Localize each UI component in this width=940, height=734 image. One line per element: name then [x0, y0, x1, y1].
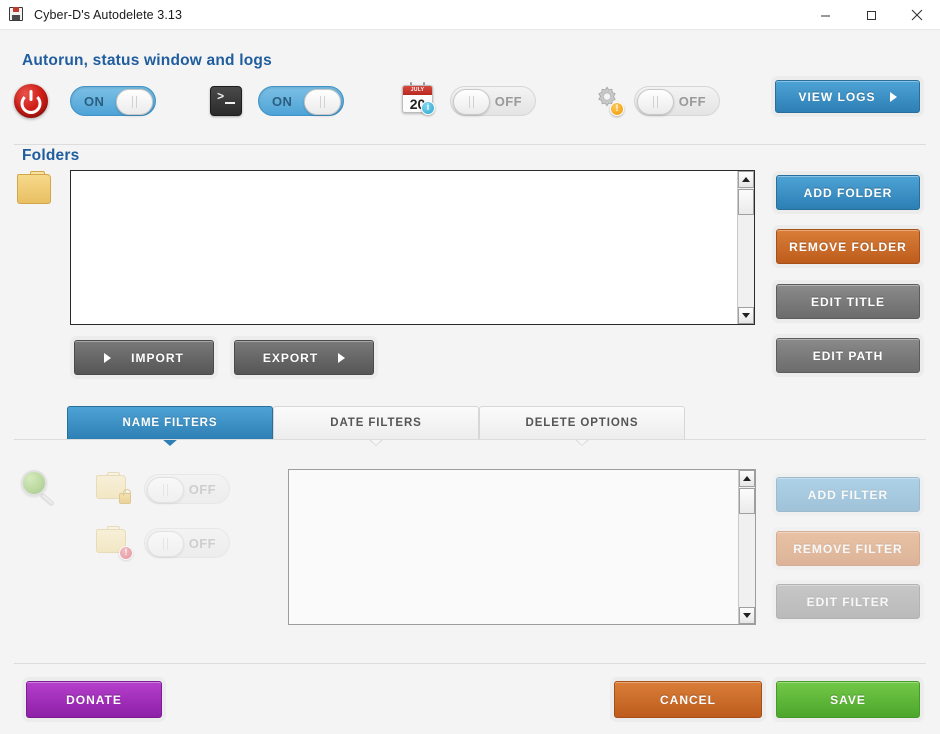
- edit-title-button[interactable]: EDIT TITLE: [776, 284, 920, 319]
- export-button[interactable]: EXPORT: [234, 340, 374, 375]
- filter-tabs: NAME FILTERS DATE FILTERS DELETE OPTIONS: [67, 406, 685, 446]
- edit-filter-button[interactable]: EDIT FILTER: [776, 584, 920, 619]
- view-logs-label: VIEW LOGS: [798, 89, 876, 104]
- donate-button[interactable]: DONATE: [26, 681, 162, 718]
- schedule-toggle-label: OFF: [494, 93, 522, 109]
- scroll-up-icon[interactable]: [739, 470, 755, 487]
- power-icon: [14, 84, 48, 118]
- magnifier-icon: [17, 468, 57, 508]
- window-controls: [802, 0, 940, 30]
- cancel-label: CANCEL: [660, 692, 716, 707]
- autorun-toggle[interactable]: ON: [70, 86, 156, 116]
- toggle-knob: [304, 89, 341, 115]
- tab-marker-icon: [368, 439, 384, 446]
- divider: [14, 439, 926, 440]
- divider: [14, 144, 926, 145]
- window-title: Cyber-D's Autodelete 3.13: [34, 7, 183, 22]
- tab-marker-icon: [574, 439, 590, 446]
- chevron-right-icon: [889, 91, 897, 102]
- folders-section-title: Folders: [22, 147, 80, 164]
- remove-folder-label: REMOVE FOLDER: [789, 239, 907, 254]
- remove-folder-button[interactable]: REMOVE FOLDER: [776, 229, 920, 264]
- add-filter-button[interactable]: ADD FILTER: [776, 477, 920, 512]
- scrollbar-thumb[interactable]: [738, 189, 754, 215]
- add-filter-label: ADD FILTER: [807, 487, 889, 502]
- settings-toggle[interactable]: OFF: [634, 86, 720, 116]
- filters-scrollbar[interactable]: [738, 470, 755, 624]
- save-button[interactable]: SAVE: [776, 681, 920, 718]
- tab-date-filters[interactable]: DATE FILTERS: [273, 406, 479, 446]
- toggle-knob: [147, 477, 184, 503]
- add-folder-label: ADD FOLDER: [803, 185, 893, 200]
- remove-filter-button[interactable]: REMOVE FILTER: [776, 531, 920, 566]
- minimize-icon[interactable]: [802, 0, 848, 30]
- maximize-icon[interactable]: [848, 0, 894, 30]
- tab-marker-icon: [162, 439, 178, 446]
- tab-name-filters[interactable]: NAME FILTERS: [67, 406, 273, 446]
- status-window-toggle-label: ON: [272, 93, 293, 109]
- folders-list[interactable]: [70, 170, 755, 325]
- cancel-button[interactable]: CANCEL: [614, 681, 762, 718]
- floppy-disk-icon: [9, 6, 25, 23]
- filters-list[interactable]: [288, 469, 756, 625]
- exclude-folders-toggle-label: OFF: [188, 535, 216, 551]
- folder-icon: [17, 171, 57, 208]
- autorun-toggle-label: ON: [84, 93, 105, 109]
- folders-scrollbar[interactable]: [737, 171, 754, 324]
- scroll-up-icon[interactable]: [738, 171, 754, 188]
- info-badge: i: [421, 101, 435, 115]
- include-subfolders-toggle-label: OFF: [188, 481, 216, 497]
- folder-lock-icon: [96, 472, 132, 504]
- scroll-down-icon[interactable]: [738, 307, 754, 324]
- toggle-knob: [453, 89, 490, 115]
- tab-delete-options[interactable]: DELETE OPTIONS: [479, 406, 685, 446]
- exclude-folders-toggle[interactable]: OFF: [144, 528, 230, 558]
- calendar-icon: JULY 20 i: [402, 82, 435, 115]
- folder-alert-icon: !: [96, 526, 133, 560]
- edit-title-label: EDIT TITLE: [811, 294, 885, 309]
- chevron-right-icon: [104, 352, 112, 363]
- edit-path-label: EDIT PATH: [812, 348, 884, 363]
- chevron-right-icon: [338, 352, 346, 363]
- edit-filter-label: EDIT FILTER: [806, 594, 890, 609]
- close-icon[interactable]: [894, 0, 940, 30]
- toggle-knob: [147, 531, 184, 557]
- warning-badge: !: [610, 102, 624, 116]
- alert-badge: !: [119, 546, 133, 560]
- scroll-down-icon[interactable]: [739, 607, 755, 624]
- edit-path-button[interactable]: EDIT PATH: [776, 338, 920, 373]
- donate-label: DONATE: [66, 692, 122, 707]
- title-bar: Cyber-D's Autodelete 3.13: [0, 0, 940, 30]
- remove-filter-label: REMOVE FILTER: [793, 541, 903, 556]
- scrollbar-thumb[interactable]: [739, 488, 755, 514]
- gear-icon: !: [592, 84, 624, 116]
- schedule-toggle[interactable]: OFF: [450, 86, 536, 116]
- tab-date-filters-label: DATE FILTERS: [330, 417, 422, 429]
- toggle-knob: [116, 89, 153, 115]
- settings-toggle-label: OFF: [678, 93, 706, 109]
- calendar-month: JULY: [403, 86, 432, 95]
- status-window-toggle[interactable]: ON: [258, 86, 344, 116]
- add-folder-button[interactable]: ADD FOLDER: [776, 175, 920, 210]
- tab-name-filters-label: NAME FILTERS: [122, 417, 218, 429]
- import-label: IMPORT: [131, 350, 184, 365]
- save-label: SAVE: [830, 692, 866, 707]
- toggle-knob: [637, 89, 674, 115]
- export-label: EXPORT: [262, 350, 319, 365]
- view-logs-button[interactable]: VIEW LOGS: [775, 80, 920, 113]
- terminal-icon: [210, 86, 242, 116]
- import-button[interactable]: IMPORT: [74, 340, 214, 375]
- divider: [14, 663, 926, 664]
- header-section-title: Autorun, status window and logs: [22, 52, 272, 69]
- tab-delete-options-label: DELETE OPTIONS: [525, 417, 639, 429]
- include-subfolders-toggle[interactable]: OFF: [144, 474, 230, 504]
